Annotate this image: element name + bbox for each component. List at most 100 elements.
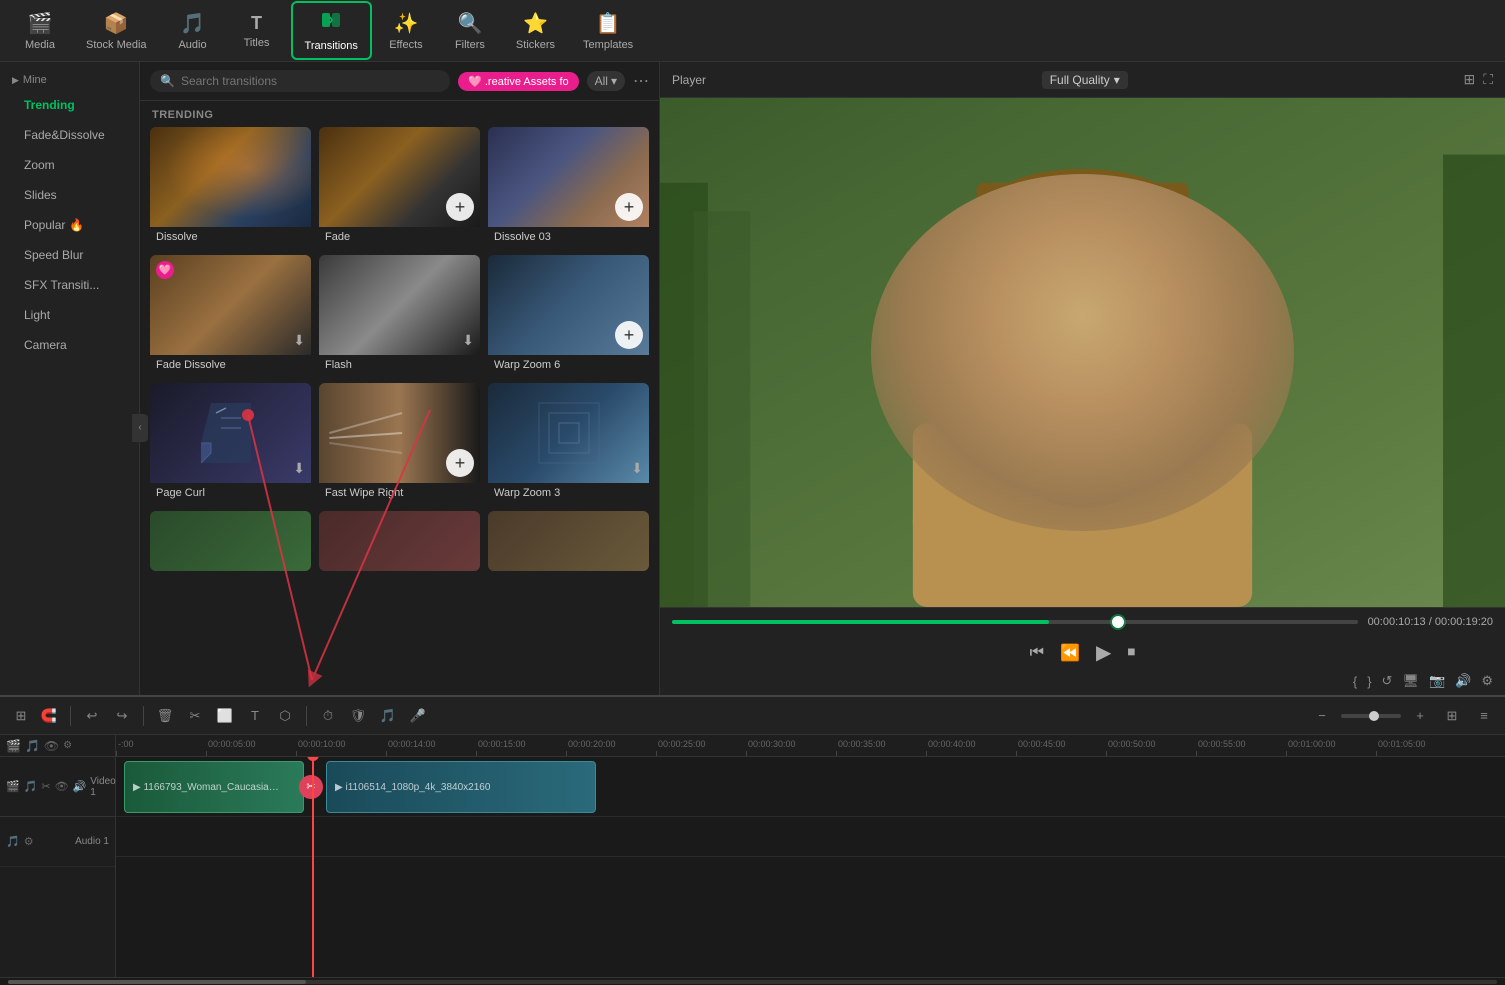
add-fade-button[interactable]: + xyxy=(446,193,474,221)
settings-track-icon[interactable]: ⚙ xyxy=(63,740,72,751)
crop-button[interactable]: ⬜ xyxy=(212,703,238,729)
grid-view-icon[interactable]: ⊞ xyxy=(1463,71,1475,88)
sidebar-item-slides[interactable]: Slides xyxy=(8,181,131,209)
video-track-split-icon[interactable]: ✂ xyxy=(41,780,50,793)
search-icon: 🔍 xyxy=(160,74,175,88)
transition-card-dissolve[interactable]: + Dissolve xyxy=(150,127,311,247)
transition-card-warp-zoom3[interactable]: ⬇ Warp Zoom 3 xyxy=(488,383,649,503)
voiceover-button[interactable]: 🎤 xyxy=(405,703,431,729)
toolbar-stock-media[interactable]: 📦 Stock Media xyxy=(74,5,159,57)
transition-label-fade-dissolve: Fade Dissolve xyxy=(150,355,311,375)
step-back-button[interactable]: ⏮ xyxy=(1030,644,1044,662)
volume-icon[interactable]: 🔊 xyxy=(1455,673,1471,689)
sidebar-collapse-button[interactable]: ‹ xyxy=(132,414,148,442)
toolbar-audio[interactable]: 🎵 Audio xyxy=(163,5,223,57)
zoom-out-button[interactable]: − xyxy=(1309,703,1335,729)
download-icon-warp-zoom3: ⬇ xyxy=(631,460,643,477)
sidebar-item-speed-blur[interactable]: Speed Blur xyxy=(8,241,131,269)
split-button[interactable]: ✂ xyxy=(182,703,208,729)
creative-assets-badge[interactable]: 🩷 .reative Assets fo xyxy=(458,72,579,91)
more-options-button[interactable]: ⋯ xyxy=(633,71,649,91)
sidebar-item-light[interactable]: Light xyxy=(8,301,131,329)
magnetic-button[interactable]: 🧲 xyxy=(36,703,62,729)
transition-card-extra3[interactable] xyxy=(488,511,649,571)
add-dissolve-button[interactable]: + xyxy=(277,193,305,221)
sidebar-item-sfx[interactable]: SFX Transiti... xyxy=(8,271,131,299)
ruler-tick-25: 00:00:25:00 xyxy=(656,739,746,756)
transition-card-fade[interactable]: + Fade xyxy=(319,127,480,247)
timeline-main: 🎬 🎵 ✂ 👁 🔊 Video 1 🎵 ⚙ Audio 1 xyxy=(0,757,1505,977)
toolbar-effects[interactable]: ✨ Effects xyxy=(376,5,436,57)
video-track-add-icon[interactable]: 🎬 xyxy=(6,780,20,793)
transition-card-extra2[interactable] xyxy=(319,511,480,571)
zoom-in-button[interactable]: + xyxy=(1407,703,1433,729)
sidebar-item-popular[interactable]: Popular 🔥 xyxy=(8,211,131,239)
toolbar-titles[interactable]: T Titles xyxy=(227,7,287,55)
transition-card-dissolve03[interactable]: + Dissolve 03 xyxy=(488,127,649,247)
stabilize-button[interactable]: 🛡 xyxy=(345,703,371,729)
mark-in-icon[interactable]: { xyxy=(1353,674,1357,689)
grid-layout-button[interactable]: ⊞ xyxy=(1439,703,1465,729)
transition-card-flash[interactable]: ⬇ Flash xyxy=(319,255,480,375)
toolbar-media[interactable]: 🎬 Media xyxy=(10,5,70,57)
sidebar-item-camera[interactable]: Camera xyxy=(8,331,131,359)
toolbar-templates[interactable]: 📋 Templates xyxy=(571,5,645,57)
video-track-eye-icon[interactable]: 👁 xyxy=(55,780,69,793)
download-icon-flash: ⬇ xyxy=(462,332,474,349)
stop-button[interactable]: ⏹ xyxy=(1127,644,1135,662)
add-warp-zoom6-button[interactable]: + xyxy=(615,321,643,349)
add-dissolve03-button[interactable]: + xyxy=(615,193,643,221)
audio-button[interactable]: 🎵 xyxy=(375,703,401,729)
loop-icon[interactable]: ↺ xyxy=(1382,673,1393,689)
shape-button[interactable]: ⬡ xyxy=(272,703,298,729)
progress-bar[interactable] xyxy=(672,620,1358,624)
sidebar-item-trending[interactable]: Trending xyxy=(8,91,131,119)
video-clip-1[interactable]: ▶ 1166793_Woman_Caucasian_499... xyxy=(124,761,304,813)
transition-card-warp-zoom6[interactable]: + Warp Zoom 6 xyxy=(488,255,649,375)
monitor-icon[interactable]: 🖥 xyxy=(1402,673,1419,689)
audio-track-add-icon[interactable]: 🎵 xyxy=(6,835,20,848)
search-box[interactable]: 🔍 xyxy=(150,70,450,92)
search-input[interactable] xyxy=(181,74,440,88)
transition-card-fade-dissolve[interactable]: 🩷 ⬇ Fade Dissolve xyxy=(150,255,311,375)
frame-back-button[interactable]: ⏪ xyxy=(1060,643,1080,663)
transition-card-fast-wipe-right[interactable]: + Fast Wipe Right xyxy=(319,383,480,503)
ruler-tick-45: 00:00:45:00 xyxy=(1016,739,1106,756)
quality-selector[interactable]: Full Quality ▾ xyxy=(1042,71,1128,89)
video-track-audio-icon[interactable]: 🎵 xyxy=(24,780,38,793)
toolbar-stickers[interactable]: ⭐ Stickers xyxy=(504,5,567,57)
delete-button[interactable]: 🗑 xyxy=(152,703,178,729)
premium-badge: 🩷 xyxy=(156,261,174,279)
undo-button[interactable]: ↩ xyxy=(79,703,105,729)
settings-icon[interactable]: ⚙ xyxy=(1481,673,1493,689)
play-button[interactable]: ▶ xyxy=(1096,640,1111,665)
speed-button[interactable]: ⏱ xyxy=(315,703,341,729)
screenshot-icon[interactable]: 📷 xyxy=(1429,673,1445,689)
scene-detect-button[interactable]: ⊞ xyxy=(8,703,34,729)
zoom-slider[interactable] xyxy=(1341,714,1401,718)
transition-card-page-curl[interactable]: ⬇ Page Curl xyxy=(150,383,311,503)
sidebar-item-zoom[interactable]: Zoom xyxy=(8,151,131,179)
panel-search-row: 🔍 🩷 .reative Assets fo All ▾ ⋯ xyxy=(140,62,659,101)
add-video-track-icon[interactable]: 🎬 xyxy=(6,739,21,753)
transitions-grid-container: + Dissolve + Fade xyxy=(140,127,659,695)
scrollbar-track[interactable] xyxy=(8,980,1497,984)
fullscreen-icon[interactable]: ⛶ xyxy=(1483,71,1493,88)
add-audio-track-icon[interactable]: 🎵 xyxy=(25,739,40,753)
video-track-volume-icon[interactable]: 🔊 xyxy=(73,780,87,793)
transition-card-extra1[interactable] xyxy=(150,511,311,571)
audio-track-settings-icon[interactable]: ⚙ xyxy=(24,835,34,848)
toggle-video-icon[interactable]: 👁 xyxy=(44,739,59,753)
toolbar-transitions[interactable]: Transitions xyxy=(291,1,372,60)
more-timeline-button[interactable]: ≡ xyxy=(1471,703,1497,729)
sidebar-section-mine[interactable]: ▶ Mine xyxy=(0,70,139,90)
sidebar-item-fade-dissolve[interactable]: Fade&Dissolve xyxy=(8,121,131,149)
progress-thumb xyxy=(1112,616,1124,628)
filter-button[interactable]: All ▾ xyxy=(587,71,625,91)
toolbar-filters[interactable]: 🔍 Filters xyxy=(440,5,500,57)
transition-marker[interactable]: ✂ xyxy=(299,775,323,799)
redo-button[interactable]: ↪ xyxy=(109,703,135,729)
video-clip-2[interactable]: ▶ i1106514_1080p_4k_3840x2160 xyxy=(326,761,596,813)
mark-out-icon[interactable]: } xyxy=(1367,674,1371,689)
text-button[interactable]: T xyxy=(242,703,268,729)
